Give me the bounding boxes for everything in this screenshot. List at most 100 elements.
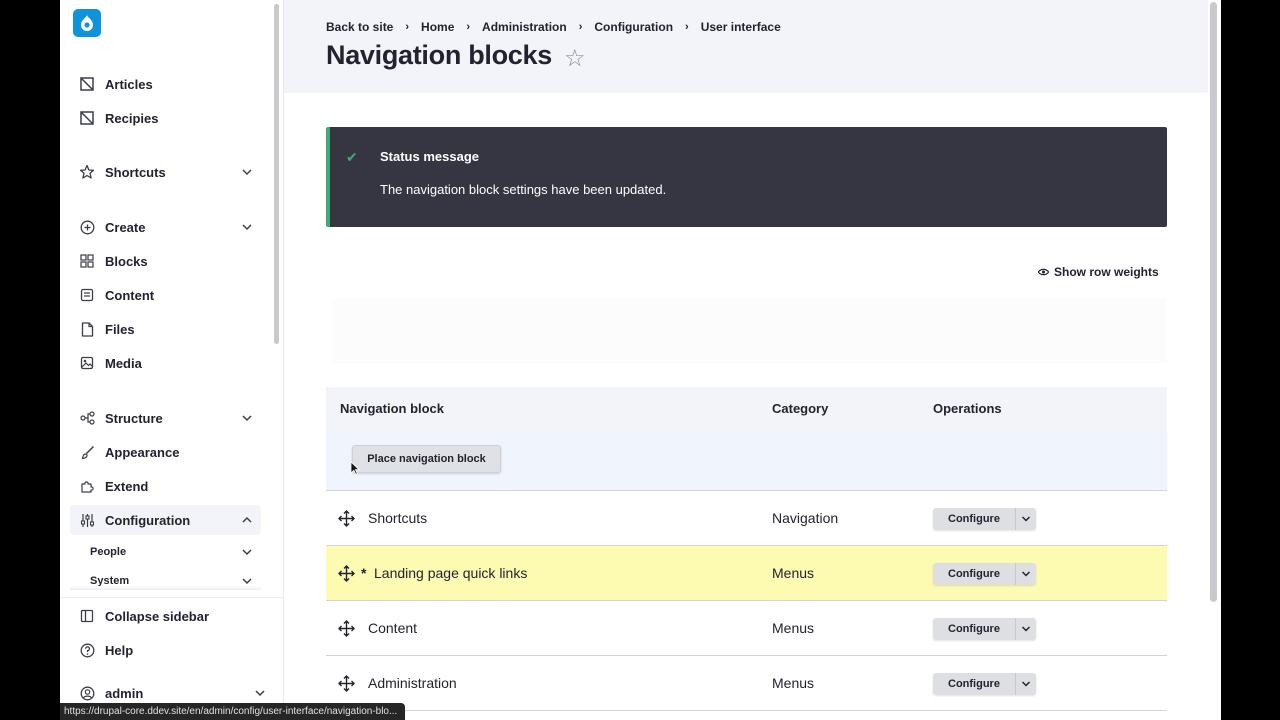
sidebar-item-recipies[interactable]: Recipies (70, 103, 261, 133)
block-category: Menus (772, 565, 815, 581)
sidebar-item-content[interactable]: Content (70, 280, 261, 310)
breadcrumb-administration[interactable]: Administration (482, 20, 567, 34)
chevron-down-icon (242, 549, 252, 556)
operations-dropbutton: Configure (933, 508, 1036, 530)
chevron-down-icon (242, 224, 252, 231)
sidebar: Articles Recipies Shortcuts Create Block… (60, 0, 284, 720)
breadcrumb-back-to-site[interactable]: Back to site (326, 20, 393, 34)
sidebar-item-configuration[interactable]: Configuration (70, 505, 261, 535)
changed-marker: * (361, 565, 367, 581)
page-scrollbar[interactable] (1210, 2, 1217, 602)
block-category: Navigation (772, 510, 839, 526)
media-icon (79, 355, 95, 371)
operations-toggle[interactable] (1015, 618, 1036, 640)
sidebar-item-files[interactable]: Files (70, 314, 261, 344)
column-header-category: Category (772, 400, 829, 416)
sidebar-item-label: Create (105, 219, 146, 235)
breadcrumb-user-interface[interactable]: User interface (701, 20, 781, 34)
block-name: Landing page quick links (374, 565, 528, 581)
breadcrumb-home[interactable]: Home (421, 20, 454, 34)
sidebar-item-label: admin (105, 685, 144, 701)
drag-handle-icon[interactable] (338, 675, 355, 692)
sidebar-item-help[interactable]: Help (70, 635, 261, 665)
sidebar-item-appearance[interactable]: Appearance (70, 437, 261, 467)
collapse-sidebar-label: Collapse sidebar (105, 608, 210, 624)
eye-icon (1038, 268, 1049, 276)
sidebar-item-create[interactable]: Create (70, 212, 261, 242)
browser-viewport: Articles Recipies Shortcuts Create Block… (60, 0, 1221, 720)
page-title: Navigation blocks (326, 40, 552, 70)
sidebar-item-label: Articles (105, 76, 153, 92)
configure-button[interactable]: Configure (933, 563, 1015, 585)
chevron-down-icon (242, 415, 252, 422)
show-row-weights-button[interactable]: Show row weights (1038, 265, 1159, 279)
breadcrumb-separator-icon: › (405, 21, 410, 33)
breadcrumb: Back to site › Home › Administration › C… (326, 20, 781, 34)
collapse-sidebar-icon (79, 608, 95, 624)
brush-icon (79, 444, 95, 460)
configure-button[interactable]: Configure (933, 508, 1015, 530)
sidebar-item-label: Media (105, 355, 142, 371)
block-name: Administration (368, 675, 457, 691)
drupal-drop-icon (81, 15, 93, 31)
star-icon (79, 164, 95, 180)
operations-dropbutton: Configure (933, 618, 1036, 640)
blank-region (332, 298, 1167, 364)
sidebar-item-blocks[interactable]: Blocks (70, 246, 261, 276)
sidebar-item-shortcuts[interactable]: Shortcuts (70, 157, 261, 187)
block-category: Menus (772, 620, 815, 636)
sidebar-scrollbar[interactable] (274, 4, 279, 344)
breadcrumb-configuration[interactable]: Configuration (594, 20, 673, 34)
drupal-logo[interactable] (73, 9, 101, 37)
puzzle-icon (79, 478, 95, 494)
page-header: Back to site › Home › Administration › C… (284, 0, 1208, 93)
file-icon (79, 321, 95, 337)
status-message: ✔ Status message The navigation block se… (326, 127, 1167, 227)
sidebar-item-label: Appearance (105, 444, 180, 460)
plus-circle-icon (79, 219, 95, 235)
breadcrumb-separator-icon: › (685, 21, 689, 33)
sidebar-item-label: Extend (105, 478, 149, 494)
place-navigation-block-button[interactable]: Place navigation block (352, 445, 501, 473)
content-icon (79, 287, 95, 303)
sidebar-item-label: Configuration (105, 512, 191, 528)
drag-handle-icon[interactable] (338, 510, 355, 527)
block-name: Shortcuts (368, 510, 428, 526)
breadcrumb-separator-icon: › (578, 21, 583, 33)
table-row: Administration Menus Configure (326, 656, 1167, 711)
article-icon (79, 76, 95, 92)
table-header: Navigation block Category Operations (326, 387, 1167, 429)
sidebar-item-extend[interactable]: Extend (70, 471, 261, 501)
collapse-sidebar-button[interactable]: Collapse sidebar (70, 601, 261, 631)
operations-toggle[interactable] (1015, 563, 1036, 585)
breadcrumb-separator-icon: › (466, 21, 471, 33)
block-category: Menus (772, 675, 815, 691)
sidebar-fade (70, 586, 261, 590)
sidebar-item-label: Help (105, 642, 134, 658)
link-status-url: https://drupal-core.ddev.site/en/admin/c… (60, 703, 406, 720)
chevron-down-icon (1021, 516, 1031, 522)
drag-handle-icon[interactable] (338, 565, 355, 582)
operations-toggle[interactable] (1015, 673, 1036, 695)
status-text: The navigation block settings have been … (380, 182, 667, 197)
star-icon[interactable]: ☆ (564, 44, 586, 73)
sidebar-item-label: Structure (105, 410, 163, 426)
table-row: Shortcuts Navigation Configure (326, 491, 1167, 546)
operations-toggle[interactable] (1015, 508, 1036, 530)
table-row: * Landing page quick links Menus Configu… (326, 546, 1167, 601)
drag-handle-icon[interactable] (338, 620, 355, 637)
status-title: Status message (380, 149, 479, 164)
configure-button[interactable]: Configure (933, 673, 1015, 695)
sidebar-subitem-label: People (90, 546, 127, 558)
structure-icon (79, 410, 95, 426)
configure-button[interactable]: Configure (933, 618, 1015, 640)
blocks-grid-icon (79, 253, 95, 269)
sidebar-item-articles[interactable]: Articles (70, 69, 261, 99)
sidebar-item-structure[interactable]: Structure (70, 403, 261, 433)
sidebar-item-media[interactable]: Media (70, 348, 261, 378)
place-block-row: Place navigation block (326, 429, 1167, 491)
main-content: Back to site › Home › Administration › C… (284, 0, 1208, 720)
sidebar-subitem-people[interactable]: People (90, 540, 261, 564)
block-name: Content (368, 620, 418, 636)
sidebar-item-label: Recipies (105, 110, 159, 126)
